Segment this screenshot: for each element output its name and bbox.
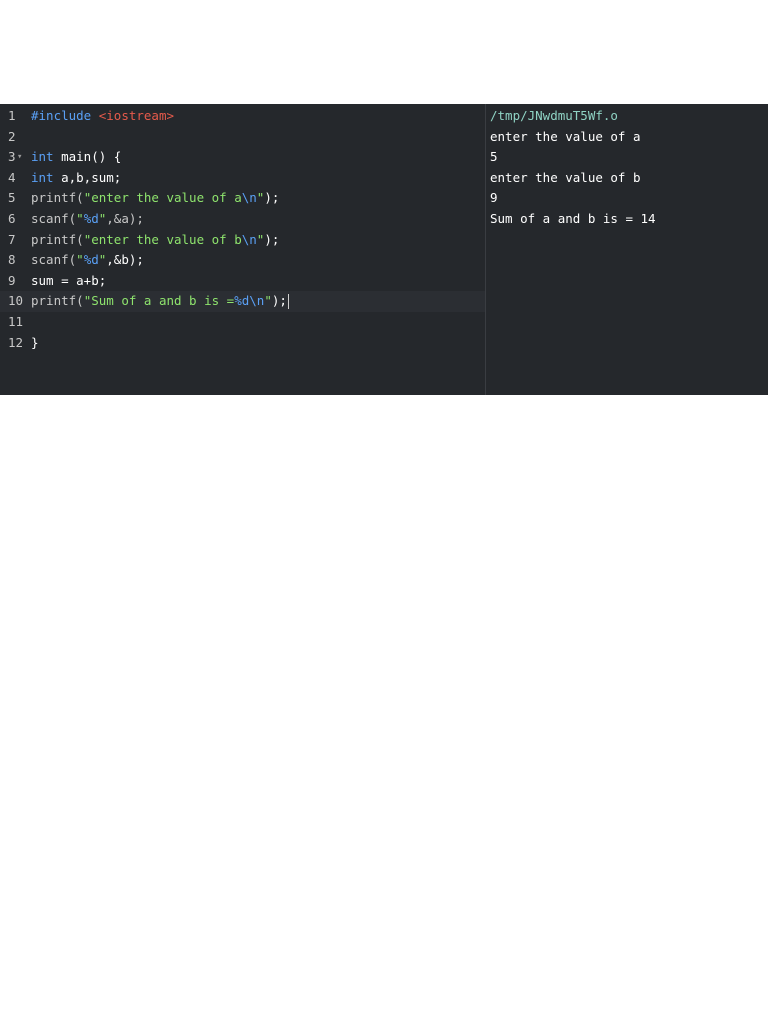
code-line[interactable]: 9 sum = a+b;: [0, 271, 485, 292]
escape-sequence: \n: [241, 190, 257, 206]
code-text: );: [264, 190, 280, 206]
line-content: printf("enter the value of a\n");: [30, 188, 485, 209]
line-number: 6: [8, 210, 16, 226]
string-literal: "Sum of a and b is =: [83, 293, 235, 309]
preprocessor-directive: #include: [31, 108, 92, 123]
string-quote: ": [76, 252, 84, 268]
online-compiler: 1 #include <iostream> 2 3 ▾ int main() { …: [0, 104, 768, 395]
code-text: );: [264, 231, 280, 247]
output-line: enter the value of b: [490, 169, 641, 185]
line-content: [30, 312, 485, 333]
line-content: #include <iostream>: [30, 106, 485, 127]
line-number: 5: [8, 190, 16, 206]
include-header: <iostream>: [98, 108, 175, 123]
format-specifier: %d\n: [234, 293, 265, 309]
output-line: enter the value of a: [490, 128, 641, 144]
line-number: 4: [8, 169, 16, 185]
line-number: 11: [8, 313, 24, 329]
line-number: 10: [8, 293, 24, 309]
code-text: a,b,sum;: [53, 169, 122, 185]
string-literal: "enter the value of a: [83, 190, 242, 206]
line-content: sum = a+b;: [30, 271, 485, 292]
function-call: printf(: [31, 190, 84, 206]
output-console[interactable]: /tmp/JNwdmuT5Wf.o enter the value of a 5…: [486, 104, 768, 395]
code-editor[interactable]: 1 #include <iostream> 2 3 ▾ int main() { …: [0, 104, 486, 395]
format-specifier: %d: [83, 210, 99, 226]
format-specifier: %d: [83, 252, 99, 268]
function-call: scanf(: [31, 210, 77, 226]
line-number: 3 ▾: [0, 147, 30, 168]
code-text: ,&b);: [106, 252, 144, 268]
function-call: scanf(: [31, 252, 77, 268]
code-line[interactable]: 11: [0, 312, 485, 333]
code-line[interactable]: 4 int a,b,sum;: [0, 168, 485, 189]
line-number: 2: [8, 128, 16, 144]
output-line: 5: [490, 149, 498, 165]
code-text: );: [271, 293, 287, 309]
code-text: main() {: [53, 149, 122, 165]
code-text: }: [31, 334, 39, 350]
code-line[interactable]: 8 scanf("%d",&b);: [0, 250, 485, 271]
escape-sequence: \n: [241, 231, 257, 247]
code-line[interactable]: 1 #include <iostream>: [0, 106, 485, 127]
line-content: scanf("%d",&b);: [30, 250, 485, 271]
fold-arrow-icon[interactable]: ▾: [17, 147, 22, 168]
string-quote: ": [76, 210, 84, 226]
code-line[interactable]: 6 scanf("%d",&a);: [0, 209, 485, 230]
function-call: printf(: [31, 231, 84, 247]
line-content: printf("enter the value of b\n");: [30, 230, 485, 251]
line-number: 7: [8, 231, 16, 247]
line-content: }: [30, 333, 485, 354]
line-content: printf("Sum of a and b is =%d\n");: [30, 291, 485, 312]
line-number: 9: [8, 272, 16, 288]
text-cursor: [287, 294, 289, 310]
output-line: Sum of a and b is = 14: [490, 210, 656, 226]
string-quote: ": [264, 293, 272, 309]
line-content: [30, 127, 485, 148]
line-number-text: 3: [8, 149, 16, 165]
keyword: int: [31, 149, 54, 165]
output-path: /tmp/JNwdmuT5Wf.o: [490, 108, 618, 123]
code-line[interactable]: 12 }: [0, 333, 485, 354]
line-number: 8: [8, 252, 16, 268]
line-content: int main() {: [30, 147, 485, 168]
code-line[interactable]: 7 printf("enter the value of b\n");: [0, 230, 485, 251]
line-number: 12: [8, 334, 24, 350]
code-text: sum = a+b;: [31, 272, 107, 288]
line-number: 1: [8, 108, 16, 123]
string-literal: "enter the value of b: [83, 231, 242, 247]
code-line[interactable]: 2: [0, 127, 485, 148]
keyword: int: [31, 169, 54, 185]
output-line: 9: [490, 190, 498, 206]
code-line-active[interactable]: 10 printf("Sum of a and b is =%d\n");: [0, 291, 485, 312]
code-line[interactable]: 5 printf("enter the value of a\n");: [0, 188, 485, 209]
code-text: ,&a);: [106, 210, 144, 226]
code-line[interactable]: 3 ▾ int main() {: [0, 147, 485, 168]
function-call: printf(: [31, 293, 84, 309]
line-content: scanf("%d",&a);: [30, 209, 485, 230]
line-content: int a,b,sum;: [30, 168, 485, 189]
